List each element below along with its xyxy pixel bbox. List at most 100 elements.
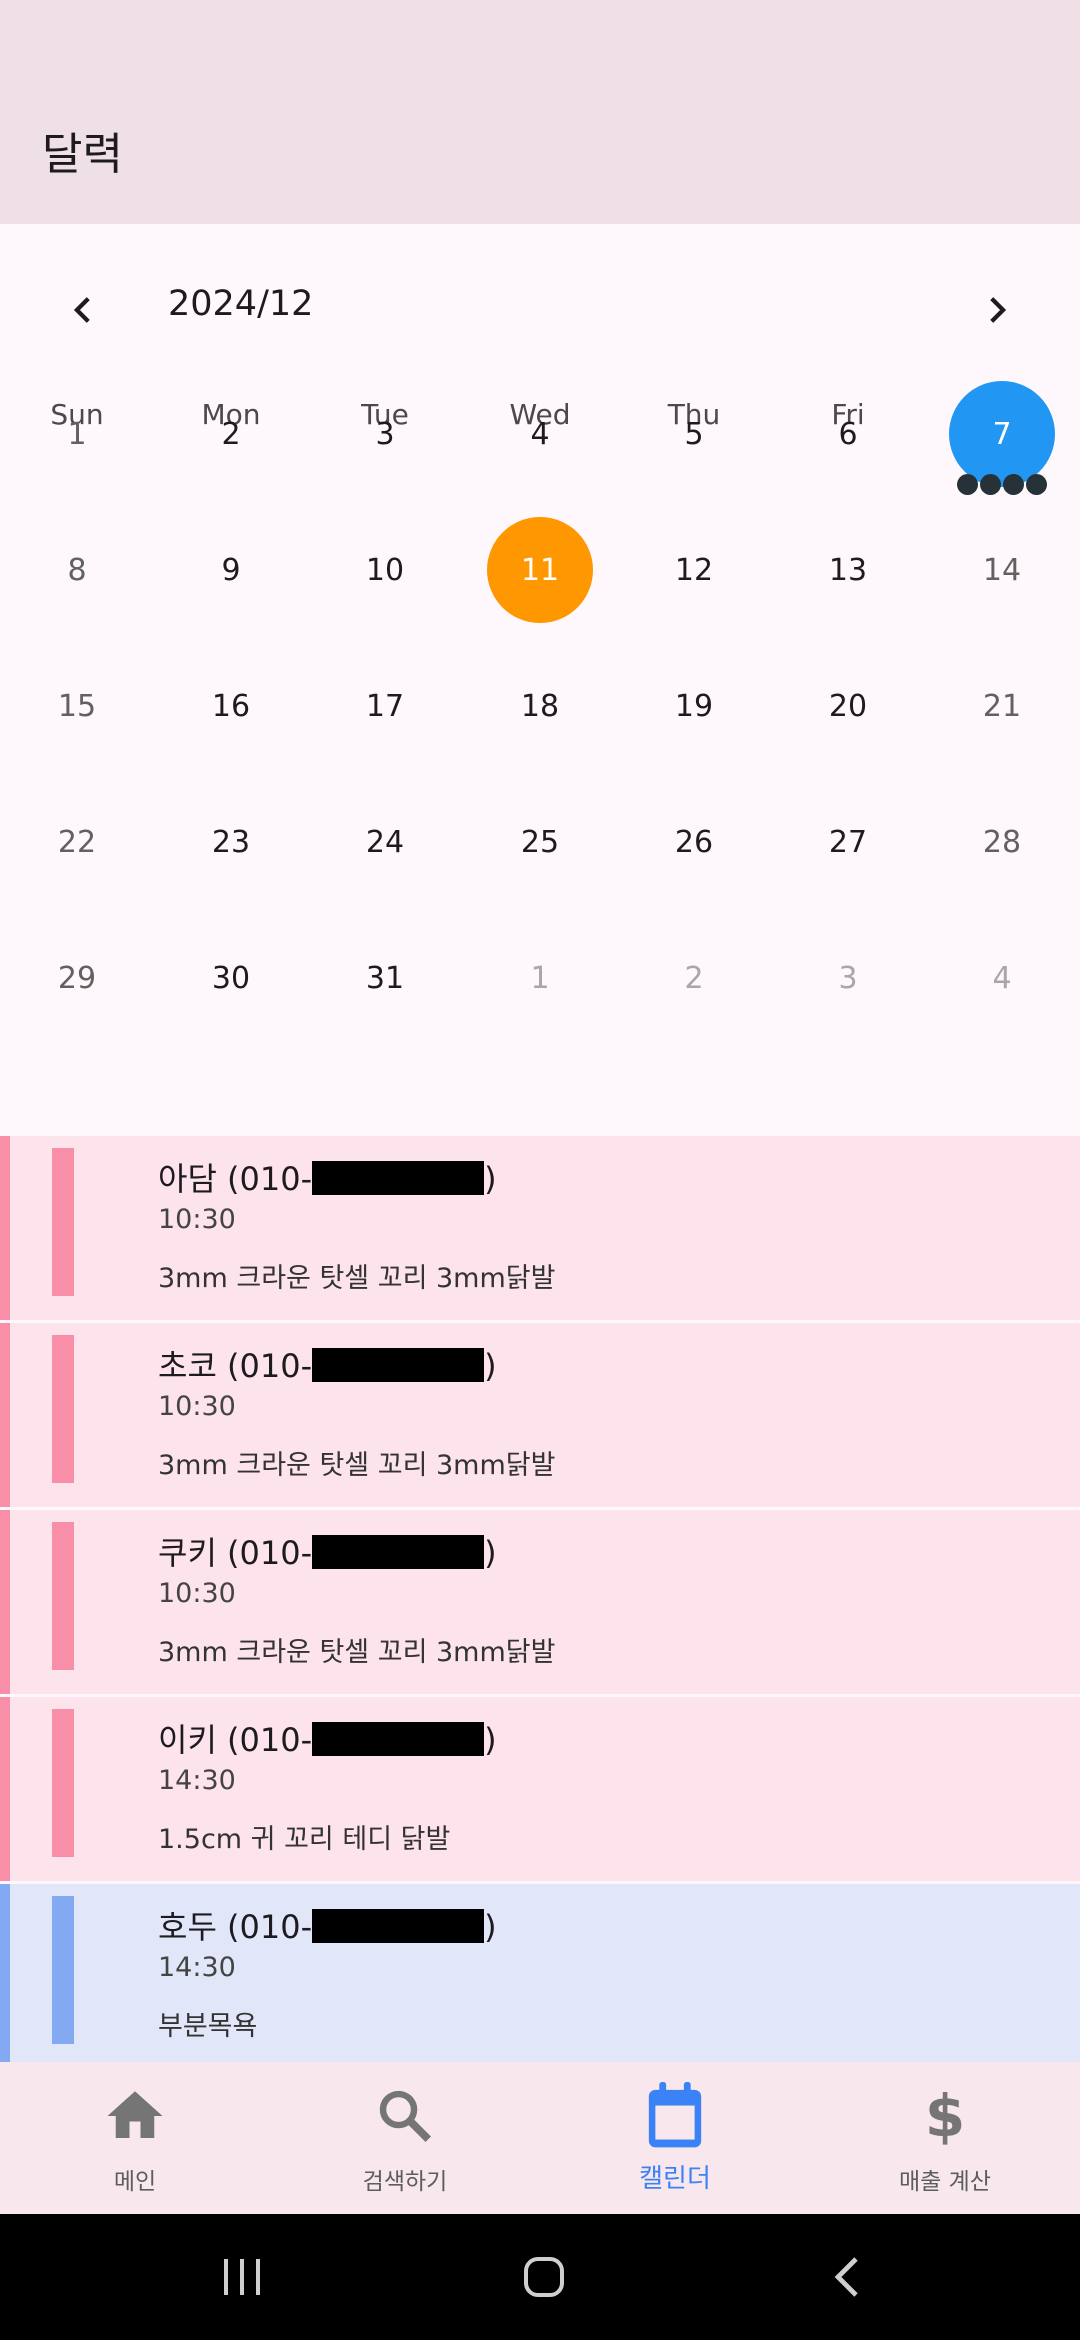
chevron-right-icon: [990, 297, 1007, 323]
prev-month-button[interactable]: [54, 280, 114, 340]
calendar-day[interactable]: 4: [925, 910, 1079, 1046]
event-marker-dot: [1026, 474, 1047, 495]
redacted-phone-number: [312, 1909, 485, 1943]
appointment-time: 10:30: [158, 1391, 236, 1422]
calendar-day[interactable]: 30: [154, 910, 308, 1046]
day-number: 2: [221, 416, 241, 452]
pet-name-phone: 이키 (010-: [158, 1721, 313, 1759]
appointment-description: 1.5cm 귀 꼬리 테디 닭발: [158, 1824, 451, 1855]
calendar-day[interactable]: 10: [308, 502, 462, 638]
back-button[interactable]: [808, 2242, 888, 2312]
calendar-day[interactable]: 23: [154, 774, 308, 910]
tab-search[interactable]: 검색하기: [270, 2062, 540, 2214]
appointment-time: 10:30: [158, 1578, 236, 1609]
home-button[interactable]: [504, 2242, 584, 2312]
day-number: 25: [520, 824, 560, 860]
calendar-day[interactable]: 26: [617, 774, 771, 910]
day-number: 19: [674, 688, 714, 724]
day-number: 9: [221, 552, 241, 588]
calendar-day[interactable]: 3: [771, 910, 925, 1046]
appointment-description: 3mm 크라운 탓셀 꼬리 3mm닭발: [158, 1263, 556, 1294]
month-label: 2024/12: [168, 284, 314, 324]
calendar-day[interactable]: 8: [0, 502, 154, 638]
day-number: 5: [684, 416, 704, 452]
appointment-edge: [0, 1323, 10, 1507]
calendar-day[interactable]: 16: [154, 638, 308, 774]
appointment-description: 부분목욕: [158, 2011, 258, 2042]
calendar-day[interactable]: 18: [463, 638, 617, 774]
appointment-description: 3mm 크라운 탓셀 꼬리 3mm닭발: [158, 1637, 556, 1668]
day-number: 31: [365, 960, 405, 996]
calendar-day[interactable]: 29: [0, 910, 154, 1046]
calendar-icon: [641, 2082, 709, 2150]
day-number: 12: [674, 552, 714, 588]
day-number: 23: [211, 824, 251, 860]
calendar-day[interactable]: 27: [771, 774, 925, 910]
calendar-day[interactable]: 31: [308, 910, 462, 1046]
day-number: 22: [57, 824, 97, 860]
day-number: 27: [828, 824, 868, 860]
tab-sales[interactable]: $ 매출 계산: [810, 2062, 1080, 2214]
appointment-item[interactable]: 호두 (010-) 14:30 부분목욕: [0, 1884, 1080, 2062]
appointment-item[interactable]: 이키 (010-) 14:30 1.5cm 귀 꼬리 테디 닭발: [0, 1697, 1080, 1881]
calendar-day[interactable]: 9: [154, 502, 308, 638]
appointment-edge: [0, 1136, 10, 1320]
day-number: 18: [520, 688, 560, 724]
calendar-day-selected[interactable]: 7: [925, 366, 1079, 502]
next-month-button[interactable]: [966, 280, 1026, 340]
calendar-day[interactable]: 6: [771, 366, 925, 502]
calendar-day[interactable]: 1: [463, 910, 617, 1046]
appointment-edge: [0, 1884, 10, 2062]
appointment-name: 아담 (010-): [158, 1154, 497, 1200]
calendar-day[interactable]: 22: [0, 774, 154, 910]
search-icon: [371, 2082, 439, 2150]
day-number: 4: [992, 960, 1012, 996]
day-number: 24: [365, 824, 405, 860]
calendar-day[interactable]: 12: [617, 502, 771, 638]
redacted-phone-number: [312, 1161, 485, 1195]
redacted-phone-number: [312, 1722, 485, 1756]
calendar-day[interactable]: 24: [308, 774, 462, 910]
tab-calendar[interactable]: 캘린더: [540, 2062, 810, 2214]
calendar-day[interactable]: 1: [0, 366, 154, 502]
day-number: 17: [365, 688, 405, 724]
appointment-item[interactable]: 쿠키 (010-) 10:30 3mm 크라운 탓셀 꼬리 3mm닭발: [0, 1510, 1080, 1694]
day-number: 4: [530, 416, 550, 452]
calendar-day[interactable]: 15: [0, 638, 154, 774]
appointment-item[interactable]: 초코 (010-) 10:30 3mm 크라운 탓셀 꼬리 3mm닭발: [0, 1323, 1080, 1507]
calendar-day[interactable]: 3: [308, 366, 462, 502]
day-number: 14: [982, 552, 1022, 588]
system-navigation-bar: [0, 2214, 1080, 2340]
appointment-color-bar: [52, 1709, 74, 1857]
day-number: 3: [375, 416, 395, 452]
calendar-day[interactable]: 20: [771, 638, 925, 774]
tab-label: 메인: [113, 2169, 157, 2195]
day-number: 3: [838, 960, 858, 996]
appointment-list[interactable]: 아담 (010-) 10:30 3mm 크라운 탓셀 꼬리 3mm닭발 초코 (010…: [0, 1136, 1080, 2062]
calendar-day[interactable]: 19: [617, 638, 771, 774]
calendar-day[interactable]: 21: [925, 638, 1079, 774]
calendar-day[interactable]: 28: [925, 774, 1079, 910]
day-number: 15: [57, 688, 97, 724]
calendar-day[interactable]: 13: [771, 502, 925, 638]
calendar-day-today[interactable]: 11: [463, 502, 617, 638]
calendar-day[interactable]: 14: [925, 502, 1079, 638]
calendar-day[interactable]: 2: [154, 366, 308, 502]
appointment-color-bar: [52, 1522, 74, 1670]
tab-main[interactable]: 메인: [0, 2062, 270, 2214]
calendar-day[interactable]: 25: [463, 774, 617, 910]
calendar-day[interactable]: 17: [308, 638, 462, 774]
appointment-color-bar: [52, 1148, 74, 1296]
calendar-day[interactable]: 2: [617, 910, 771, 1046]
calendar-day[interactable]: 5: [617, 366, 771, 502]
appointment-edge: [0, 1510, 10, 1694]
day-number: 20: [828, 688, 868, 724]
day-number: 1: [530, 960, 550, 996]
appointment-item[interactable]: 아담 (010-) 10:30 3mm 크라운 탓셀 꼬리 3mm닭발: [0, 1136, 1080, 1320]
tab-label: 매출 계산: [899, 2169, 991, 2195]
calendar-day[interactable]: 4: [463, 366, 617, 502]
recent-apps-icon: [224, 2259, 260, 2295]
calendar: 2024/12 SunMonTueWedThuFriSat 1234567891…: [0, 224, 1080, 1136]
recent-apps-button[interactable]: [202, 2242, 282, 2312]
day-number: 7: [992, 416, 1012, 452]
